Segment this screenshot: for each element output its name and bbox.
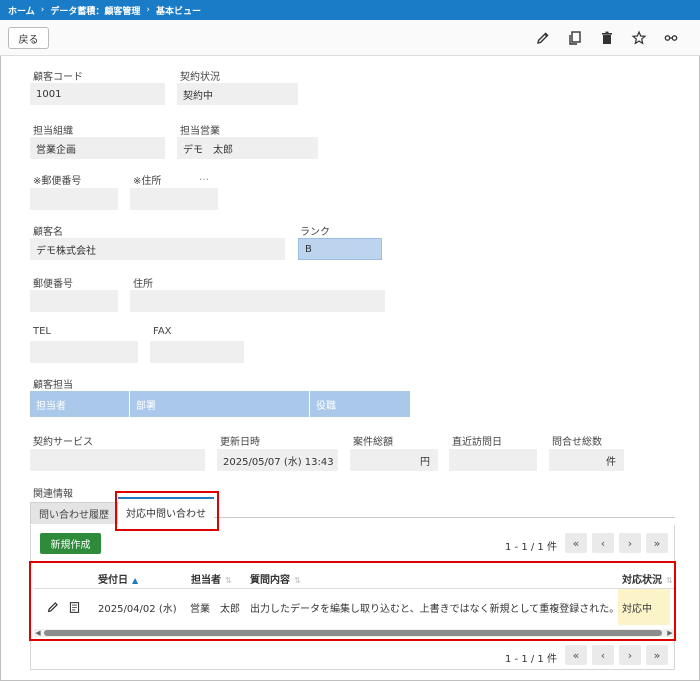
contract-status-label: 契約状況 xyxy=(180,72,220,83)
sort-icon[interactable]: ⇅ xyxy=(225,576,232,585)
last-visit-field xyxy=(449,449,537,471)
postal-label: 郵便番号 xyxy=(33,279,73,290)
col-question-label: 質問内容 xyxy=(250,575,290,586)
sort-asc-icon[interactable]: ▲ xyxy=(132,576,138,585)
postal-note-field xyxy=(30,188,118,210)
fax-label: FAX xyxy=(153,326,172,337)
scroll-right-icon[interactable]: ▶ xyxy=(666,629,674,637)
address-note-label: ※住所 xyxy=(133,176,162,187)
address-note-field xyxy=(130,188,218,210)
prev-page-button[interactable]: ‹ xyxy=(592,645,614,665)
col-status-header[interactable]: 対応状況 ⇅ xyxy=(622,571,673,586)
tel-field xyxy=(30,341,138,363)
horizontal-scrollbar[interactable]: ◀ ▶ xyxy=(34,629,674,637)
col-question-header[interactable]: 質問内容 ⇅ xyxy=(250,571,301,586)
link-icon[interactable] xyxy=(661,28,681,48)
deal-total-field: 円 xyxy=(350,449,438,471)
sort-icon[interactable]: ⇅ xyxy=(666,576,673,585)
grid-header: 受付日 ▲ 担当者 ⇅ 質問内容 ⇅ 対応状況 ⇅ xyxy=(34,565,674,589)
address-label: 住所 xyxy=(133,279,153,290)
service-label: 契約サービス xyxy=(33,437,93,448)
inquiry-count-label: 問合せ総数 xyxy=(552,437,602,448)
org-label: 担当組織 xyxy=(33,126,73,137)
related-label: 関連情報 xyxy=(33,489,73,500)
last-page-button[interactable]: » xyxy=(646,533,668,553)
sort-icon[interactable]: ⇅ xyxy=(294,576,301,585)
customer-code-field: 1001 xyxy=(30,83,165,105)
breadcrumb-db[interactable]: データ蓄積：顧客管理 xyxy=(50,4,140,17)
breadcrumb: ホーム › データ蓄積：顧客管理 › 基本ビュー xyxy=(0,0,700,20)
customer-code-label: 顧客コード xyxy=(33,72,83,83)
row-status: 対応中 xyxy=(618,589,670,625)
service-field xyxy=(30,449,205,471)
col-status-label: 対応状況 xyxy=(622,575,662,586)
updated-label: 更新日時 xyxy=(220,437,260,448)
breadcrumb-sep: › xyxy=(146,5,150,15)
tab-open-inquiries[interactable]: 対応中問い合わせ xyxy=(118,497,214,525)
breadcrumb-view: 基本ビュー xyxy=(155,6,201,17)
postal-note-label: ※郵便番号 xyxy=(33,176,82,187)
fax-field xyxy=(150,341,244,363)
col-date-label: 受付日 xyxy=(98,575,128,586)
postal-field xyxy=(30,290,118,312)
contact-col-person: 担当者 xyxy=(30,391,130,417)
row-date: 2025/04/02 (水) xyxy=(98,603,177,615)
star-icon[interactable] xyxy=(629,28,649,48)
delete-icon[interactable] xyxy=(597,28,617,48)
next-page-button[interactable]: › xyxy=(619,645,641,665)
rank-field: B xyxy=(298,238,382,260)
address-note-more: … xyxy=(199,172,209,183)
pager-text-top: 1 - 1 / 1 件 xyxy=(505,542,557,553)
pager-text-bottom: 1 - 1 / 1 件 xyxy=(505,654,557,665)
org-field: 営業企画 xyxy=(30,137,165,159)
contact-label: 顧客担当 xyxy=(33,380,73,391)
last-page-button[interactable]: » xyxy=(646,645,668,665)
col-date-header[interactable]: 受付日 ▲ xyxy=(98,571,138,586)
table-row[interactable]: 2025/04/02 (水) 営業 太郎 出力したデータを編集し取り込むと、上書… xyxy=(34,589,674,625)
edit-icon[interactable] xyxy=(533,28,553,48)
toolbar: 戻る xyxy=(0,20,700,56)
inquiry-count-field: 件 xyxy=(549,449,624,471)
rank-label: ランク xyxy=(300,227,330,238)
last-visit-label: 直近訪問日 xyxy=(452,437,502,448)
row-question: 出力したデータを編集し取り込むと、上書きではなく新規として重複登録された。 xyxy=(250,603,618,615)
contract-status-field: 契約中 xyxy=(177,83,298,105)
address-field xyxy=(130,290,385,312)
new-button[interactable]: 新規作成 xyxy=(40,533,101,554)
deal-total-label: 案件総額 xyxy=(353,437,393,448)
breadcrumb-home[interactable]: ホーム xyxy=(8,4,35,17)
first-page-button[interactable]: « xyxy=(565,645,587,665)
scroll-thumb[interactable] xyxy=(44,630,662,636)
back-button[interactable]: 戻る xyxy=(8,27,49,49)
customer-name-field: デモ株式会社 xyxy=(30,238,285,260)
next-page-button[interactable]: › xyxy=(619,533,641,553)
prev-page-button[interactable]: ‹ xyxy=(592,533,614,553)
tab-inquiry-history[interactable]: 問い合わせ履歴 xyxy=(30,502,118,524)
contact-col-dept: 部署 xyxy=(130,391,310,417)
customer-name-label: 顧客名 xyxy=(33,227,63,238)
scroll-left-icon[interactable]: ◀ xyxy=(34,629,42,637)
updated-field: 2025/05/07 (水) 13:43 xyxy=(217,449,338,471)
sales-label: 担当営業 xyxy=(180,126,220,137)
col-person-header[interactable]: 担当者 ⇅ xyxy=(191,571,232,586)
tel-label: TEL xyxy=(33,326,51,337)
contact-table-header: 担当者 部署 役職 xyxy=(30,391,410,417)
row-detail-icon[interactable] xyxy=(68,589,84,625)
first-page-button[interactable]: « xyxy=(565,533,587,553)
row-person: 営業 太郎 xyxy=(190,603,240,615)
sales-field: デモ 太郎 xyxy=(177,137,318,159)
contact-col-title: 役職 xyxy=(316,400,336,412)
row-edit-icon[interactable] xyxy=(46,589,64,625)
col-person-label: 担当者 xyxy=(191,575,221,586)
breadcrumb-sep: › xyxy=(40,5,45,15)
copy-icon[interactable] xyxy=(565,28,585,48)
